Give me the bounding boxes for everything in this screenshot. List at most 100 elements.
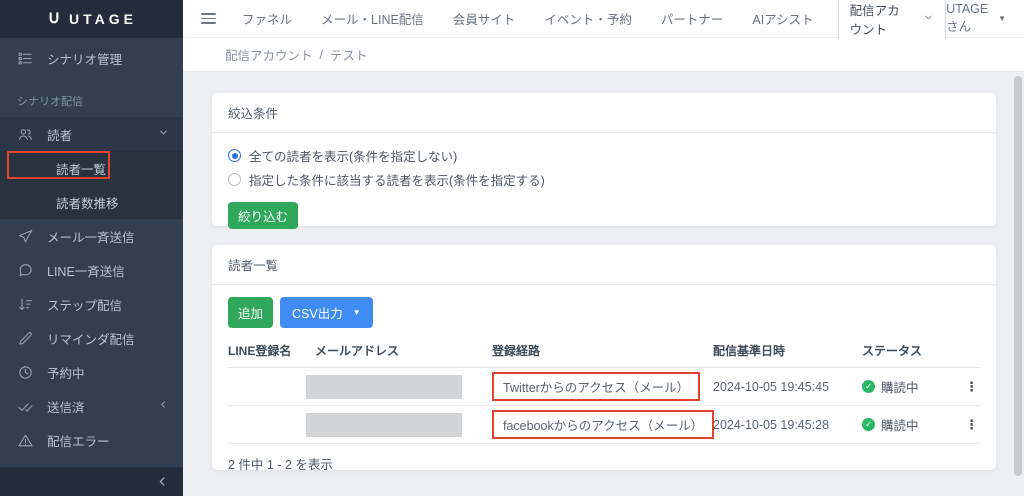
status-badge: ✓ 購読中 (862, 415, 965, 434)
sidebar-item-label: 予約中 (47, 366, 85, 381)
chat-icon (17, 262, 34, 279)
chevron-down-icon (923, 12, 934, 26)
check-circle-icon: ✓ (862, 380, 875, 393)
nav-partner[interactable]: パートナー (661, 9, 724, 28)
sidebar-item-label: メール一斉送信 (47, 230, 135, 245)
caret-down-icon: ▼ (352, 308, 361, 317)
filter-card-title: 絞込条件 (212, 93, 996, 133)
sidebar-item-reminder-delivery[interactable]: リマインダ配信 (0, 321, 183, 355)
account-dropdown-value: 配信アカウント (849, 3, 900, 37)
nav-member-site[interactable]: 会員サイト (453, 9, 516, 28)
sidebar-item-scheduled[interactable]: 予約中 (0, 355, 183, 389)
clock-icon (17, 364, 34, 381)
vertical-scrollbar[interactable] (1014, 76, 1022, 476)
hamburger-menu-icon[interactable] (201, 12, 216, 25)
app-root: UTAGE シナリオ管理 シナリオ配信 読者 読者一覧 読者数推移 メール一斉送… (0, 0, 1024, 496)
add-button[interactable]: 追加 (228, 297, 274, 328)
user-name: UTAGE さん (946, 2, 989, 34)
sidebar-item-mail-broadcast[interactable]: メール一斉送信 (0, 219, 183, 253)
sidebar-item-label: リマインダ配信 (47, 332, 135, 347)
sidebar-item-label: ステップ配信 (47, 298, 123, 313)
pagination-summary: 2 件中 1 - 2 を表示 (228, 458, 333, 472)
nav-mail-line-delivery[interactable]: メール・LINE配信 (321, 9, 424, 28)
chevron-down-icon (158, 127, 169, 141)
annotation-box-route: Twitterからのアクセス（メール） (492, 372, 701, 401)
radio-conditional-label: 指定した条件に該当する読者を表示(条件を指定する) (249, 174, 545, 188)
table-row: facebookからのアクセス（メール） 2024-10-05 19:45:28… (228, 406, 980, 444)
nav-ai-assist[interactable]: AIアシスト (752, 9, 813, 28)
radio-show-all-label: 全ての読者を表示(条件を指定しない) (249, 150, 458, 164)
sidebar-item-scenario-management[interactable]: シナリオ管理 (0, 41, 183, 75)
sidebar-item-label: 読者数推移 (56, 196, 119, 211)
topbar: ファネル メール・LINE配信 会員サイト イベント・予約 パートナー AIアシ… (183, 0, 1024, 44)
user-menu[interactable]: UTAGE さん ▼ (946, 2, 1006, 35)
radio-unchecked-icon[interactable] (228, 173, 241, 186)
sidebar-item-readers-trend[interactable]: 読者数推移 (0, 185, 183, 219)
col-line-name: LINE登録名 (228, 344, 292, 358)
breadcrumb-current: テスト (330, 49, 368, 63)
col-base-datetime: 配信基準日時 (713, 344, 786, 358)
sidebar-item-line-broadcast[interactable]: LINE一斉送信 (0, 253, 183, 287)
breadcrumb: 配信アカウント / テスト (183, 38, 1024, 72)
col-status: ステータス (862, 344, 923, 358)
scenario-list-icon (17, 50, 34, 67)
annotation-box-route: facebookからのアクセス（メール） (492, 410, 715, 439)
warning-icon (17, 432, 34, 449)
breadcrumb-parent[interactable]: 配信アカウント (225, 45, 313, 64)
sidebar-item-label: 送信済 (47, 400, 85, 415)
breadcrumb-separator: / (319, 47, 323, 62)
redacted-email-block (306, 374, 462, 399)
sidebar-item-label: 読者 (47, 128, 73, 143)
caret-down-icon: ▼ (998, 14, 1006, 23)
radio-show-conditional-readers[interactable]: 指定した条件に該当する読者を表示(条件を指定する) (228, 170, 980, 189)
status-label: 購読中 (881, 419, 919, 433)
readers-list-card: 読者一覧 追加 CSV出力 ▼ LINE登録名 メールアドレス 登録経路 配信基… (212, 245, 996, 472)
sidebar-item-label: LINE一斉送信 (47, 264, 125, 279)
chevron-left-icon (158, 399, 169, 413)
check-circle-icon: ✓ (862, 418, 875, 431)
top-nav: ファネル メール・LINE配信 会員サイト イベント・予約 パートナー AIアシ… (242, 9, 814, 28)
filter-conditions-card: 絞込条件 全ての読者を表示(条件を指定しない) 指定した条件に該当する読者を表示… (212, 93, 996, 229)
nav-event-reservation[interactable]: イベント・予約 (544, 9, 632, 28)
logo[interactable]: UTAGE (0, 0, 183, 38)
filter-submit-button[interactable]: 絞り込む (228, 202, 299, 229)
radio-checked-icon[interactable] (228, 149, 241, 162)
cell-base-datetime: 2024-10-05 19:45:28 (713, 417, 830, 432)
col-email: メールアドレス (315, 344, 400, 358)
pencil-icon (17, 330, 34, 347)
sidebar-item-delivery-error[interactable]: 配信エラー (0, 423, 183, 457)
nav-funnel[interactable]: ファネル (242, 9, 292, 28)
sidebar-item-sent[interactable]: 送信済 (0, 389, 183, 423)
content: 絞込条件 全ての読者を表示(条件を指定しない) 指定した条件に該当する読者を表示… (183, 72, 1024, 496)
csv-export-button[interactable]: CSV出力 ▼ (280, 297, 373, 328)
main-area: ファネル メール・LINE配信 会員サイト イベント・予約 パートナー AIアシ… (183, 0, 1024, 496)
sidebar-item-readers-list[interactable]: 読者一覧 (0, 151, 183, 185)
sidebar-item-step-delivery[interactable]: ステップ配信 (0, 287, 183, 321)
sidebar-item-label: 読者一覧 (56, 162, 107, 177)
table-row: Twitterからのアクセス（メール） 2024-10-05 19:45:45 … (228, 368, 980, 406)
status-label: 購読中 (881, 381, 919, 395)
sidebar-item-label: 配信エラー (47, 434, 110, 449)
status-badge: ✓ 購読中 (862, 377, 965, 396)
sidebar-section-label: シナリオ配信 (17, 96, 83, 108)
readers-table: LINE登録名 メールアドレス 登録経路 配信基準日時 ステータス Twitte… (228, 342, 980, 444)
readers-card-title: 読者一覧 (212, 245, 996, 285)
table-header-row: LINE登録名 メールアドレス 登録経路 配信基準日時 ステータス (228, 342, 980, 368)
cell-base-datetime: 2024-10-05 19:45:45 (713, 379, 830, 394)
steps-icon (17, 296, 34, 313)
account-dropdown[interactable]: 配信アカウント (837, 0, 947, 44)
radio-show-all-readers[interactable]: 全ての読者を表示(条件を指定しない) (228, 146, 980, 165)
sidebar: UTAGE シナリオ管理 シナリオ配信 読者 読者一覧 読者数推移 メール一斉送… (0, 0, 183, 496)
chevron-left-icon (159, 477, 165, 486)
sidebar-item-readers[interactable]: 読者 (0, 117, 183, 151)
send-icon (17, 228, 34, 245)
row-actions-kebab-icon[interactable]: ⋮ (965, 418, 984, 431)
logo-text: UTAGE (69, 11, 137, 27)
double-check-icon (17, 398, 34, 415)
row-actions-kebab-icon[interactable]: ⋮ (965, 380, 984, 393)
utage-logo-icon (49, 12, 59, 24)
users-icon (17, 126, 34, 143)
csv-export-label: CSV出力 (292, 307, 343, 321)
redacted-email-block (306, 412, 462, 437)
sidebar-collapse-button[interactable] (0, 467, 183, 496)
